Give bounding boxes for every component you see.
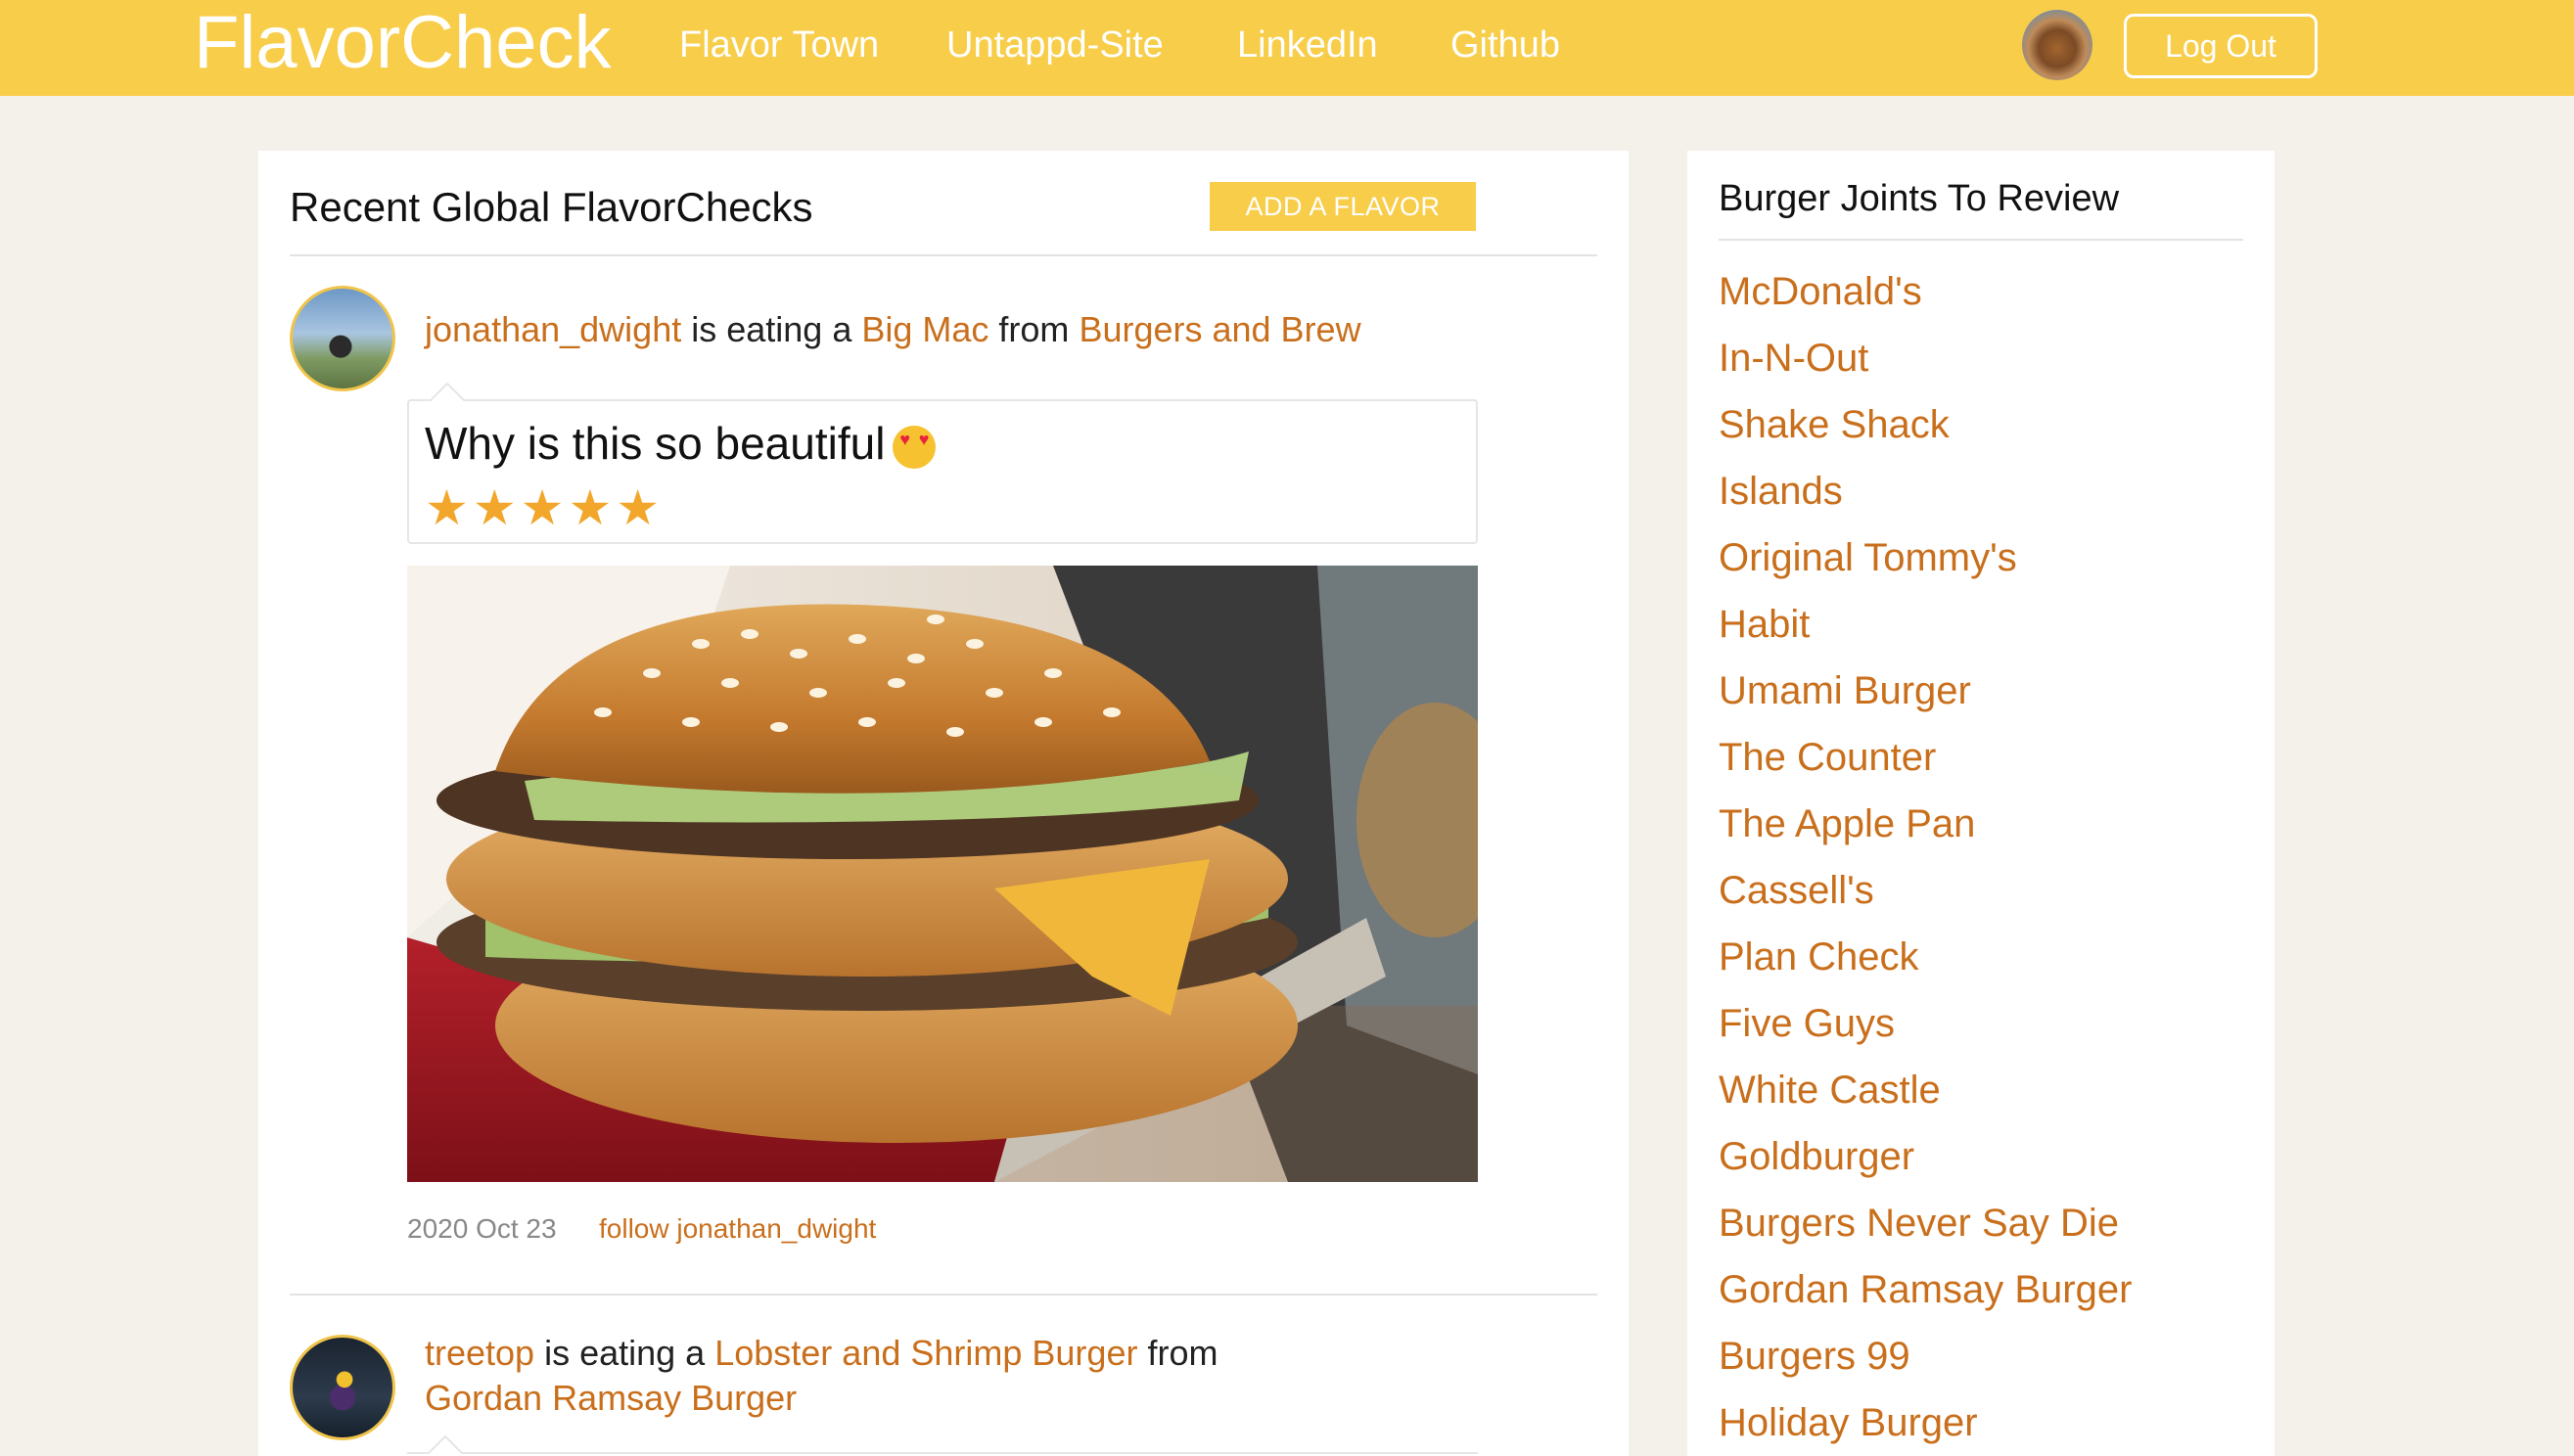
sidebar-title: Burger Joints To Review — [1719, 178, 2120, 219]
post-headline: treetop is eating a Lobster and Shrimp B… — [425, 1331, 1403, 1421]
joint-link[interactable]: Burgers Never Say Die — [1719, 1190, 2132, 1256]
joint-link[interactable]: Goldburger — [1719, 1123, 2132, 1190]
joint-link[interactable]: Islands — [1719, 458, 2132, 524]
post-comment-text: Why is this so beautiful — [425, 418, 886, 469]
joint-link[interactable]: Plan Check — [1719, 924, 2132, 990]
joint-link[interactable]: Umami Burger — [1719, 658, 2132, 724]
joint-link[interactable]: Cassell's — [1719, 857, 2132, 924]
post-venue-link[interactable]: Burgers and Brew — [1079, 309, 1360, 349]
burger-joints-sidebar: Burger Joints To Review McDonald's In-N-… — [1687, 151, 2275, 1456]
joint-link[interactable]: The Apple Pan — [1719, 791, 2132, 857]
nav-link-linkedin[interactable]: LinkedIn — [1237, 22, 1378, 68]
big-mac-photo — [407, 566, 1478, 1182]
eating-text: is eating a — [691, 309, 852, 349]
feed-title: Recent Global FlavorChecks — [290, 184, 813, 230]
joint-link[interactable]: White Castle — [1719, 1057, 2132, 1123]
eating-text: is eating a — [544, 1333, 706, 1373]
nav-link-flavor-town[interactable]: Flavor Town — [679, 22, 879, 68]
nav-link-github[interactable]: Github — [1450, 22, 1560, 68]
logout-button[interactable]: Log Out — [2124, 14, 2318, 78]
post-user-avatar[interactable] — [290, 1335, 395, 1440]
post-headline: jonathan_dwight is eating a Big Mac from… — [425, 307, 1361, 352]
post-comment-box — [407, 1452, 1478, 1456]
post-date: 2020 Oct 23 — [407, 1213, 557, 1244]
joint-link[interactable]: Original Tommy's — [1719, 524, 2132, 591]
post-item-link[interactable]: Big Mac — [861, 309, 988, 349]
joint-list: McDonald's In-N-Out Shake Shack Islands … — [1719, 258, 2132, 1456]
joint-link[interactable]: Holiday Burger — [1719, 1389, 2132, 1456]
joint-link[interactable]: Habit — [1719, 591, 2132, 658]
joint-link[interactable]: Shake Shack — [1719, 391, 2132, 458]
star-rating: ★★★★★ — [425, 480, 665, 535]
joint-link[interactable]: The Counter — [1719, 724, 2132, 791]
joint-link[interactable]: McDonald's — [1719, 258, 2132, 325]
brand-logo[interactable]: FlavorCheck — [194, 2, 612, 84]
post-divider — [290, 1294, 1597, 1296]
follow-user-link[interactable]: follow jonathan_dwight — [599, 1213, 876, 1245]
from-text: from — [998, 309, 1070, 349]
post-user-link[interactable]: jonathan_dwight — [425, 309, 681, 349]
post-comment: Why is this so beautiful — [425, 417, 937, 470]
post-comment-box: Why is this so beautiful ★★★★★ — [407, 399, 1478, 544]
heart-eyes-emoji-icon — [893, 425, 937, 469]
post-user-avatar[interactable] — [290, 286, 395, 391]
post-food-photo — [407, 566, 1478, 1182]
joint-link[interactable]: Gordan Ramsay Burger — [1719, 1256, 2132, 1323]
user-avatar[interactable] — [2022, 10, 2092, 80]
post-item-link[interactable]: Lobster and Shrimp Burger — [714, 1333, 1137, 1373]
from-text: from — [1147, 1333, 1218, 1373]
post-venue-link[interactable]: Gordan Ramsay Burger — [425, 1378, 797, 1418]
add-flavor-button[interactable]: ADD A FLAVOR — [1210, 182, 1476, 231]
sidebar-divider — [1719, 239, 2243, 241]
post-user-link[interactable]: treetop — [425, 1333, 534, 1373]
feed-title-divider — [290, 254, 1597, 256]
joint-link[interactable]: In-N-Out — [1719, 325, 2132, 391]
feed-panel: Recent Global FlavorChecks ADD A FLAVOR … — [258, 151, 1629, 1456]
joint-link[interactable]: Five Guys — [1719, 990, 2132, 1057]
joint-link[interactable]: Burgers 99 — [1719, 1323, 2132, 1389]
nav-link-untappd-site[interactable]: Untappd-Site — [946, 22, 1164, 68]
top-navbar: FlavorCheck Flavor Town Untappd-Site Lin… — [0, 0, 2574, 96]
